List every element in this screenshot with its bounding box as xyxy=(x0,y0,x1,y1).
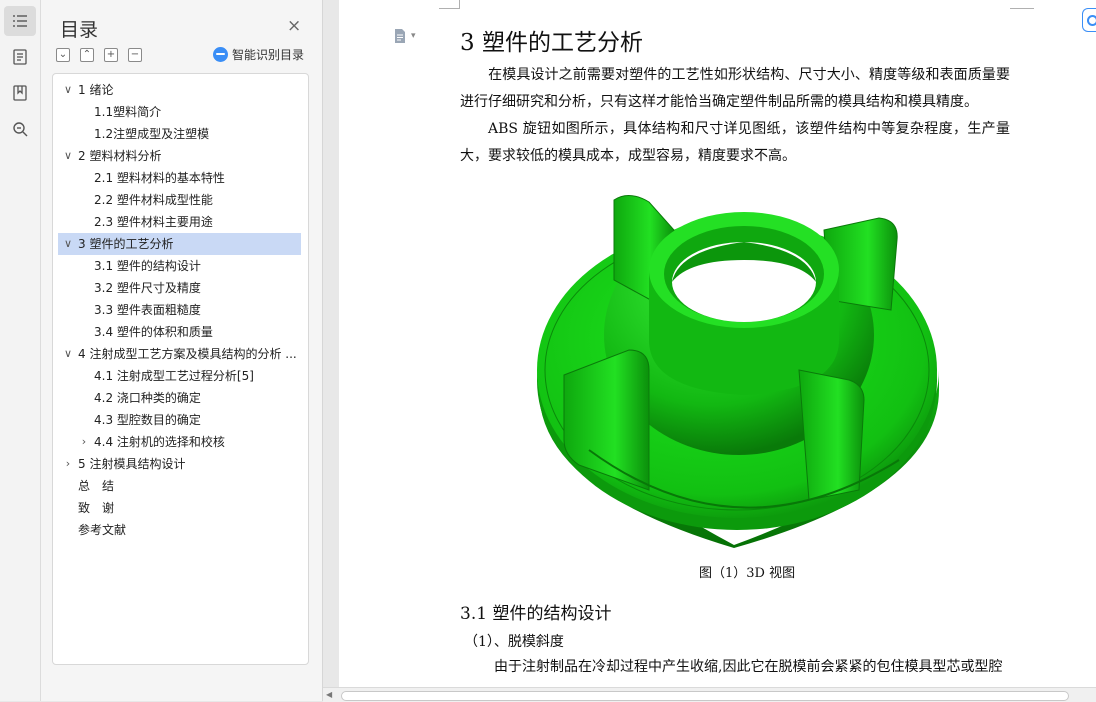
toc-list: ∨ 1 绪论 1.1塑料简介 1.2注塑成型及注塑模 ∨ 2 塑料材料分析 2.1 塑料材料… xyxy=(58,79,301,541)
toc-item-label: 3.4 塑件的体积和质量 xyxy=(94,325,213,339)
subsection-heading: 3.1 塑件的结构设计 xyxy=(460,604,612,624)
chevron-down-icon: ▾ xyxy=(411,31,416,41)
toc-item-label: 4.1 注射成型工艺过程分析[5] xyxy=(94,369,254,383)
toc-item-label: 2.2 塑件材料成型性能 xyxy=(94,193,213,207)
list-item: （1）、脱模斜度 xyxy=(464,634,564,650)
toc-item[interactable]: 4.3 型腔数目的确定 xyxy=(58,409,301,431)
toc-item[interactable]: 1.2注塑成型及注塑模 xyxy=(58,123,301,145)
toc-item-label: 2.1 塑料材料的基本特性 xyxy=(94,171,225,185)
toc-item-label: 2.3 塑件材料主要用途 xyxy=(94,215,213,229)
scroll-left-icon[interactable]: ◀ xyxy=(326,690,332,699)
toc-panel: 目录 × ⌄ ⌃ + − 智能识别目录 ∨ 1 绪论 1.1塑料简介 1.2注塑成型及… xyxy=(41,0,323,701)
toc-item[interactable]: ∨ 4 注射成型工艺方案及模具结构的分析 ... xyxy=(58,343,301,365)
toc-item-label: 4.3 型腔数目的确定 xyxy=(94,413,201,427)
chevron-down-icon[interactable]: ∨ xyxy=(62,233,74,255)
ai-assistant-icon xyxy=(213,47,228,62)
toc-item[interactable]: 3.3 塑件表面粗糙度 xyxy=(58,299,301,321)
toc-item-label: 4 注射成型工艺方案及模具结构的分析 ... xyxy=(78,347,297,361)
toc-item-label: 1.2注塑成型及注塑模 xyxy=(94,127,210,141)
toc-item[interactable]: 2.3 塑件材料主要用途 xyxy=(58,211,301,233)
toc-item-label: 3.1 塑件的结构设计 xyxy=(94,259,201,273)
toc-item[interactable]: 1.1塑料简介 xyxy=(58,101,301,123)
document-icon xyxy=(395,29,405,43)
chevron-right-icon[interactable]: › xyxy=(78,431,90,453)
toc-item[interactable]: › 4.4 注射机的选择和校核 xyxy=(58,431,301,453)
toc-item-label: 2 塑料材料分析 xyxy=(78,149,162,163)
toc-title: 目录 xyxy=(60,19,99,41)
toc-tree: ∨ 1 绪论 1.1塑料简介 1.2注塑成型及注塑模 ∨ 2 塑料材料分析 2.1 塑料材料… xyxy=(52,73,309,665)
toc-item[interactable]: 3.4 塑件的体积和质量 xyxy=(58,321,301,343)
toc-item[interactable]: 4.1 注射成型工艺过程分析[5] xyxy=(58,365,301,387)
paragraph: 在模具设计之前需要对塑件的工艺性如形状结构、尺寸大小、精度等级和表面质量要进行仔… xyxy=(460,67,1010,110)
toc-item[interactable]: 3.2 塑件尺寸及精度 xyxy=(58,277,301,299)
figure-caption: 图（1）3D 视图 xyxy=(699,566,796,581)
toc-item[interactable]: 2.1 塑料材料的基本特性 xyxy=(58,167,301,189)
find-icon[interactable] xyxy=(4,114,36,144)
toc-item-label: 总 结 xyxy=(78,479,115,493)
chevron-down-icon[interactable]: ∨ xyxy=(62,79,74,101)
chevron-right-icon[interactable]: › xyxy=(62,453,74,475)
toc-item[interactable]: 致 谢 xyxy=(58,497,301,519)
toc-item-label: 1 绪论 xyxy=(78,83,114,97)
margin-mark xyxy=(1010,0,1034,9)
paragraph-menu[interactable]: ▾ xyxy=(393,28,416,44)
smart-toc-label: 智能识别目录 xyxy=(232,48,305,62)
scrollbar-thumb[interactable] xyxy=(341,691,1069,701)
document-page: ▾ 3 塑件的工艺分析 在模具设计之前需要对塑件的工艺性如形状结构、尺寸大小、精… xyxy=(339,0,1096,687)
section-heading: 3 塑件的工艺分析 xyxy=(460,30,643,56)
add-heading-button[interactable]: + xyxy=(104,48,118,62)
toc-item-label: 参考文献 xyxy=(78,523,127,537)
remove-heading-button[interactable]: − xyxy=(128,48,142,62)
toc-item[interactable]: › 5 注射模具结构设计 xyxy=(58,453,301,475)
collapse-all-button[interactable]: ⌄ xyxy=(56,48,70,62)
toc-item-label: 4.2 浇口种类的确定 xyxy=(94,391,201,405)
toc-item[interactable]: 2.2 塑件材料成型性能 xyxy=(58,189,301,211)
toc-item[interactable]: 3.1 塑件的结构设计 xyxy=(58,255,301,277)
toc-item[interactable]: ∨ 2 塑料材料分析 xyxy=(58,145,301,167)
toc-item-label: 3 塑件的工艺分析 xyxy=(78,237,174,251)
paragraph: ABS 旋钮如图所示，具体结构和尺寸详见图纸，该塑件结构中等复杂程度，生产量大，… xyxy=(460,121,1010,164)
smart-toc-button[interactable]: 智能识别目录 xyxy=(213,46,304,63)
chevron-down-icon[interactable]: ∨ xyxy=(62,343,74,365)
toc-item-label: 致 谢 xyxy=(78,501,115,515)
expand-all-button[interactable]: ⌃ xyxy=(80,48,94,62)
toc-item-label: 1.1塑料简介 xyxy=(94,105,162,119)
toc-item-label: 5 注射模具结构设计 xyxy=(78,457,186,471)
document-area[interactable]: ▾ 3 塑件的工艺分析 在模具设计之前需要对塑件的工艺性如形状结构、尺寸大小、精… xyxy=(323,0,1096,687)
paragraph: 由于注射制品在冷却过程中产生收缩,因此它在脱模前会紧紧的包住模具型芯或型腔 xyxy=(494,659,1003,675)
toc-item-label: 3.3 塑件表面粗糙度 xyxy=(94,303,201,317)
toc-item[interactable]: 总 结 xyxy=(58,475,301,497)
toc-item[interactable]: 参考文献 xyxy=(58,519,301,541)
side-assistant-tab[interactable] xyxy=(1082,8,1096,32)
toc-item[interactable]: 4.2 浇口种类的确定 xyxy=(58,387,301,409)
part-3d-image xyxy=(537,195,939,548)
horizontal-scrollbar[interactable]: ◀ xyxy=(323,687,1096,702)
toc-item[interactable]: ∨ 3 塑件的工艺分析 xyxy=(58,233,301,255)
toc-item-label: 4.4 注射机的选择和校核 xyxy=(94,435,225,449)
toc-icon[interactable] xyxy=(4,6,36,36)
page-thumbnail-icon[interactable] xyxy=(4,42,36,72)
toc-item[interactable]: ∨ 1 绪论 xyxy=(58,79,301,101)
side-rail xyxy=(0,0,41,701)
toc-item-label: 3.2 塑件尺寸及精度 xyxy=(94,281,201,295)
chevron-down-icon[interactable]: ∨ xyxy=(62,145,74,167)
close-icon[interactable]: × xyxy=(287,16,301,36)
margin-mark xyxy=(439,0,460,9)
bookmark-icon[interactable] xyxy=(4,78,36,108)
